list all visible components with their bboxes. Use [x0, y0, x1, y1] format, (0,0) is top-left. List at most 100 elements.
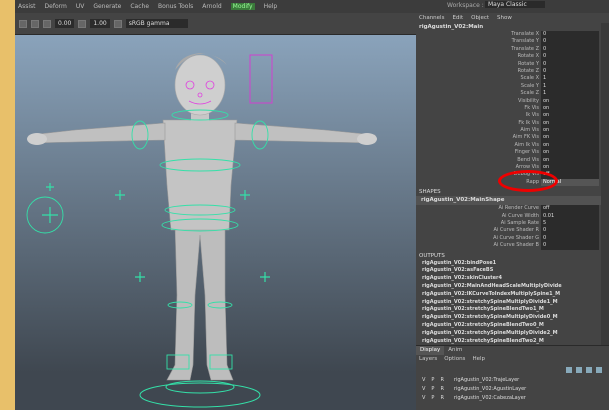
menu-uv[interactable]: UV — [76, 3, 85, 10]
layer-r-toggle[interactable]: R — [440, 394, 443, 403]
attribute-value[interactable]: 0 — [541, 45, 599, 54]
menu-channels[interactable]: Channels — [419, 15, 444, 21]
attribute-value[interactable]: on — [541, 164, 599, 172]
move-layer-down-icon[interactable] — [576, 367, 582, 373]
attribute-row[interactable]: Ai Curve Shader R0 — [416, 227, 609, 235]
attribute-value[interactable]: 1 — [541, 75, 599, 83]
output-node[interactable]: rigAgustin_V02:stretchySpineBlendTwo0_M — [416, 322, 609, 330]
gamma-icon[interactable] — [78, 19, 87, 28]
layer-r-toggle[interactable]: R — [440, 385, 443, 394]
layer-row[interactable]: V P RrigAgustin_V02:CabezaLayer — [416, 394, 609, 403]
right-arm-mesh[interactable] — [234, 122, 376, 144]
node-name[interactable]: rigAgustin_V02:Main — [416, 23, 609, 31]
layer-v-toggle[interactable]: V — [422, 376, 425, 385]
attribute-value[interactable]: on — [541, 141, 599, 150]
view-transform-dropdown[interactable]: sRGB gamma — [125, 19, 188, 28]
attribute-row[interactable]: Ai Curve Width 0.01 — [416, 212, 609, 220]
tab-display[interactable]: Display — [416, 346, 445, 355]
menu-bonus-tools[interactable]: Bonus Tools — [158, 3, 193, 10]
layer-p-toggle[interactable]: P — [431, 376, 434, 385]
face-gui-control[interactable] — [249, 54, 273, 104]
attribute-value[interactable]: on — [541, 119, 599, 128]
attribute-value[interactable]: on — [541, 112, 599, 120]
attribute-row[interactable]: Rotate X0 — [416, 53, 609, 61]
gamma-field[interactable]: 1.00 — [90, 19, 110, 28]
attribute-value[interactable]: on — [541, 127, 599, 135]
menu-show[interactable]: Show — [497, 15, 512, 21]
output-node[interactable]: rigAgustin_V02:stretchySpineBlendTwo1_M — [416, 306, 609, 314]
attribute-value[interactable]: 0 — [541, 60, 599, 68]
attribute-row[interactable]: Rotate Y0 — [416, 60, 609, 68]
menu-layers[interactable]: Layers — [419, 355, 437, 364]
grid-icon[interactable] — [31, 19, 39, 28]
output-node[interactable]: rigAgustin_V02:stretchySpineMultiplyDivi… — [416, 299, 609, 307]
menu-modify[interactable]: Modify — [230, 3, 255, 10]
attribute-value[interactable]: 0 — [541, 31, 599, 39]
output-node[interactable]: rigAgustin_V02:asFaceBS — [416, 267, 609, 275]
menu-options[interactable]: Options — [444, 355, 465, 364]
menu-help-layers[interactable]: Help — [472, 355, 485, 364]
menu-help[interactable]: Help — [264, 3, 278, 10]
attribute-value[interactable]: on — [541, 97, 599, 105]
attribute-row[interactable]: Visibility on — [416, 97, 609, 105]
layer-p-toggle[interactable]: P — [431, 385, 434, 394]
right-hand-mesh[interactable] — [357, 133, 377, 145]
new-layer-selected-icon[interactable] — [596, 367, 602, 373]
attribute-row[interactable]: Translate Z0 — [416, 45, 609, 54]
move-layer-up-icon[interactable] — [566, 367, 572, 373]
layer-name[interactable]: rigAgustin_V02:TrajeLayer — [454, 376, 519, 385]
menu-assist[interactable]: Assist — [18, 3, 36, 10]
attribute-row[interactable]: Arrow Vis on — [416, 164, 609, 172]
exposure-icon[interactable] — [43, 19, 51, 28]
output-node[interactable]: rigAgustin_V02:skinCluster4 — [416, 275, 609, 283]
workspace-dropdown[interactable]: Maya Classic — [485, 1, 545, 8]
attribute-value[interactable]: on — [541, 104, 599, 113]
output-node[interactable]: rigAgustin_V02:IKCurveToIndexMultiplySpi… — [416, 291, 609, 299]
attribute-value[interactable]: 0 — [541, 67, 599, 76]
layer-name[interactable]: rigAgustin_V02:CabezaLayer — [454, 394, 526, 403]
menu-object[interactable]: Object — [471, 15, 489, 21]
attribute-value[interactable]: 0.01 — [541, 212, 599, 220]
layer-row[interactable]: V P RrigAgustin_V02:AgustinLayer — [416, 385, 609, 394]
attribute-row[interactable]: Aim FK Vis on — [416, 134, 609, 142]
left-arm-mesh[interactable] — [29, 122, 166, 144]
head-mesh[interactable] — [174, 54, 226, 116]
color-management-icon[interactable] — [113, 19, 122, 28]
attribute-row[interactable]: Fk Vis on — [416, 104, 609, 113]
layer-v-toggle[interactable]: V — [422, 385, 425, 394]
layer-v-toggle[interactable]: V — [422, 394, 425, 403]
camera-icon[interactable] — [19, 19, 27, 28]
exposure-field[interactable]: 0.00 — [55, 19, 75, 28]
attribute-row[interactable]: Scale Z1 — [416, 90, 609, 98]
attribute-row[interactable]: Ai Render Curve off — [416, 205, 609, 213]
attribute-row[interactable]: Ai Sample Rate 5 — [416, 219, 609, 228]
attribute-row[interactable]: Scale X1 — [416, 75, 609, 83]
root-control-curve[interactable] — [139, 382, 261, 408]
attribute-value[interactable]: 5 — [541, 219, 599, 228]
attribute-row[interactable]: Ai Curve Shader B0 — [416, 242, 609, 250]
ik-cross-controls[interactable] — [42, 183, 270, 282]
output-node[interactable]: rigAgustin_V02:stretchySpineMultiplyDivi… — [416, 330, 609, 338]
output-node[interactable]: rigAgustin_V02:stretchySpineMultiplyDivi… — [416, 314, 609, 322]
menu-arnold[interactable]: Arnold — [202, 3, 221, 10]
layer-name[interactable]: rigAgustin_V02:AgustinLayer — [454, 385, 526, 394]
left-hand-mesh[interactable] — [27, 133, 47, 145]
attribute-value[interactable]: on — [541, 149, 599, 157]
layer-p-toggle[interactable]: P — [431, 394, 434, 403]
menu-cache[interactable]: Cache — [130, 3, 149, 10]
attribute-row[interactable]: Bend Vis on — [416, 156, 609, 165]
attribute-value[interactable]: off — [541, 205, 599, 213]
new-layer-icon[interactable] — [586, 367, 592, 373]
attribute-value[interactable]: 1 — [541, 90, 599, 98]
layer-row[interactable]: V P RrigAgustin_V02:TrajeLayer — [416, 376, 609, 385]
menu-generate[interactable]: Generate — [93, 3, 121, 10]
channel-box-scrollbar[interactable] — [601, 23, 609, 345]
3d-viewport[interactable] — [15, 35, 416, 410]
shape-node-name[interactable]: rigAgustin_V02:MainShape — [416, 196, 609, 206]
menu-deform[interactable]: Deform — [45, 3, 67, 10]
attribute-row[interactable]: Aim Ik Vis on — [416, 141, 609, 150]
attribute-value[interactable]: 0 — [541, 242, 599, 250]
attribute-row[interactable]: Ai Curve Shader G0 — [416, 234, 609, 243]
attribute-row[interactable]: Aim Vis on — [416, 127, 609, 135]
attribute-row[interactable]: Ik Vis on — [416, 112, 609, 120]
